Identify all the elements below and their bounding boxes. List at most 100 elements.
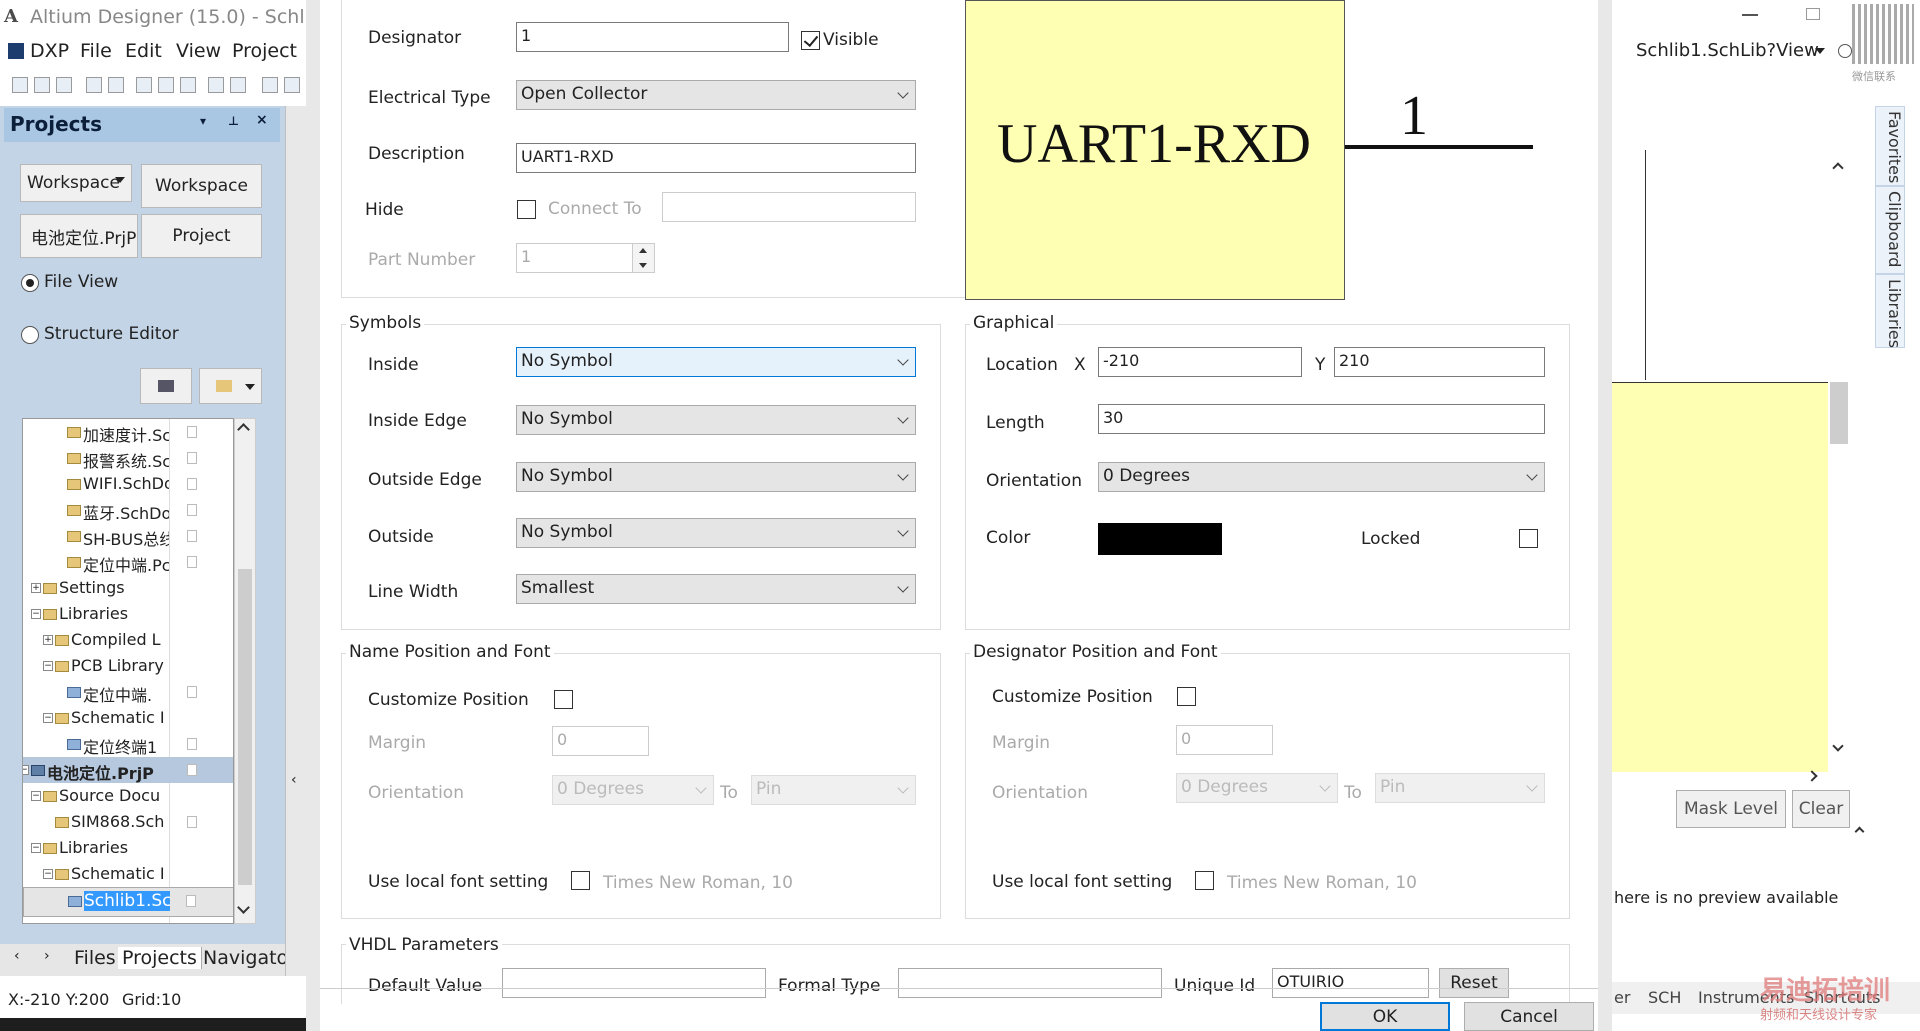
name-customize-checkbox[interactable] (554, 690, 573, 709)
name-font-value[interactable]: Times New Roman, 10 (603, 873, 793, 893)
file-view-radio[interactable] (21, 274, 39, 292)
spin-down-icon[interactable] (639, 263, 647, 268)
doc-tab-dropdown-icon[interactable] (1815, 48, 1825, 54)
visible-label[interactable]: Visible (823, 30, 879, 50)
workspace-button[interactable]: Workspace (141, 164, 262, 208)
canvas-vscroll[interactable] (1828, 150, 1850, 760)
scroll-down-icon[interactable] (237, 901, 250, 914)
tab-er[interactable]: er (1614, 988, 1630, 1007)
mask-level-button[interactable]: Mask Level (1676, 790, 1786, 828)
new-icon[interactable] (12, 77, 28, 93)
menu-dxp[interactable]: DXP (30, 40, 69, 62)
inside-select[interactable]: No Symbol (516, 347, 916, 377)
name-orientation-select[interactable]: 0 Degrees (552, 775, 714, 805)
tab-clipboard[interactable]: Clipboard (1875, 186, 1905, 274)
open-icon[interactable] (34, 77, 50, 93)
panel-menu-icon[interactable]: ▾ (200, 114, 206, 128)
unique-id-input[interactable]: OTUIRIO (1272, 968, 1429, 998)
tree-item[interactable]: 加速度计.Sc (23, 419, 233, 445)
length-input[interactable]: 30 (1098, 404, 1545, 434)
location-y-input[interactable]: 210 (1334, 347, 1545, 377)
menu-project[interactable]: Project (232, 40, 297, 62)
minimize-icon[interactable] (1742, 14, 1758, 16)
compile-button[interactable] (140, 368, 192, 404)
menu-file[interactable]: File (80, 40, 112, 62)
tree-item[interactable]: SH-BUS总线 (23, 523, 233, 549)
tab-scroll-right-icon[interactable]: › (44, 948, 50, 964)
clear-button[interactable]: Clear (1792, 790, 1850, 828)
name-margin-input[interactable]: 0 (552, 726, 649, 756)
copy-icon[interactable] (284, 77, 300, 93)
tree-item[interactable]: 定位中端. (23, 679, 233, 705)
layers-icon[interactable] (136, 77, 152, 93)
tree-item[interactable]: − Libraries (23, 601, 233, 627)
hide-checkbox[interactable] (517, 200, 536, 219)
doc-tab[interactable]: Schlib1.SchLib?View (1636, 40, 1819, 61)
designator-font-value[interactable]: Times New Roman, 10 (1227, 873, 1417, 893)
line-width-select[interactable]: Smallest (516, 574, 916, 604)
tree-item[interactable]: − Libraries (23, 835, 233, 861)
designator-orientation-select[interactable]: 0 Degrees (1176, 773, 1338, 803)
editor-strip-arrow-icon[interactable]: ‹ (291, 772, 297, 788)
zoom-in-icon[interactable] (208, 77, 224, 93)
restore-icon[interactable] (1806, 8, 1820, 20)
tab-scroll-left-icon[interactable]: ‹ (14, 948, 20, 964)
formal-type-input[interactable] (898, 968, 1162, 998)
menu-edit[interactable]: Edit (125, 40, 162, 62)
board-icon[interactable] (158, 77, 174, 93)
collapse-icon[interactable]: − (31, 791, 41, 801)
name-to-select[interactable]: Pin (751, 775, 916, 805)
folder-icon[interactable] (180, 77, 196, 93)
tree-item[interactable]: + Settings (23, 575, 233, 601)
ok-button[interactable]: OK (1320, 1002, 1450, 1031)
designator-font-checkbox[interactable] (1195, 871, 1214, 890)
scroll-thumb[interactable] (238, 569, 252, 885)
tab-sch[interactable]: SCH (1648, 988, 1681, 1007)
scroll-up-icon[interactable] (1832, 162, 1844, 174)
locked-checkbox[interactable] (1519, 529, 1538, 548)
expand-icon[interactable]: + (43, 635, 53, 645)
project-tree[interactable]: 加速度计.Sc 报警系统.Sc WIFI.SchDo 蓝牙.SchDo SH-BUS总线… (22, 418, 234, 924)
workspace-dropdown[interactable]: Workspace (20, 164, 132, 202)
orientation-select[interactable]: 0 Degrees (1098, 462, 1545, 492)
designator-margin-input[interactable]: 0 (1176, 725, 1273, 755)
menu-view[interactable]: View (176, 40, 221, 62)
canvas-area[interactable] (1612, 108, 1850, 782)
doc-tab-close-icon[interactable] (1838, 44, 1852, 58)
collapse-icon[interactable]: − (31, 609, 41, 619)
structure-editor-radio[interactable] (21, 326, 39, 344)
file-view-label[interactable]: File View (44, 272, 118, 292)
collapse-icon[interactable]: − (43, 869, 53, 879)
pin-icon[interactable]: ⊥ (228, 114, 239, 128)
tree-item[interactable]: 报警系统.Sc (23, 445, 233, 471)
designator-to-select[interactable]: Pin (1375, 773, 1545, 803)
tab-libraries[interactable]: Libraries (1875, 274, 1905, 348)
zoom-out-icon[interactable] (230, 77, 246, 93)
designator-input[interactable]: 1 (516, 22, 789, 52)
outside-edge-select[interactable]: No Symbol (516, 462, 916, 492)
cut-icon[interactable] (262, 77, 278, 93)
tree-item[interactable]: − Schematic I (23, 705, 233, 731)
visible-checkbox[interactable] (801, 31, 820, 50)
tree-scrollbar[interactable] (234, 418, 256, 924)
tree-item[interactable]: + Compiled L (23, 627, 233, 653)
tab-files[interactable]: Files (70, 947, 121, 969)
tree-item[interactable]: SIM868.Sch (23, 809, 233, 835)
tree-item[interactable]: 定位终端1 (23, 731, 233, 757)
outside-select[interactable]: No Symbol (516, 518, 916, 548)
tree-item[interactable]: WIFI.SchDo (23, 471, 233, 497)
project-field[interactable]: 电池定位.PrjPc (20, 214, 138, 258)
tree-item[interactable]: 蓝牙.SchDo (23, 497, 233, 523)
structure-editor-label[interactable]: Structure Editor (44, 324, 179, 344)
default-value-input[interactable] (502, 968, 766, 998)
part-number-input[interactable]: 1 (516, 243, 633, 273)
inside-edge-select[interactable]: No Symbol (516, 405, 916, 435)
collapse-icon[interactable]: − (43, 661, 53, 671)
tab-projects[interactable]: Projects (118, 947, 202, 969)
preview-collapse-icon[interactable] (1854, 826, 1865, 837)
save-icon[interactable] (56, 77, 72, 93)
collapse-icon[interactable]: − (43, 713, 53, 723)
collapse-icon[interactable]: − (31, 843, 41, 853)
canvas-scroll-thumb[interactable] (1830, 382, 1848, 444)
designator-customize-checkbox[interactable] (1177, 687, 1196, 706)
